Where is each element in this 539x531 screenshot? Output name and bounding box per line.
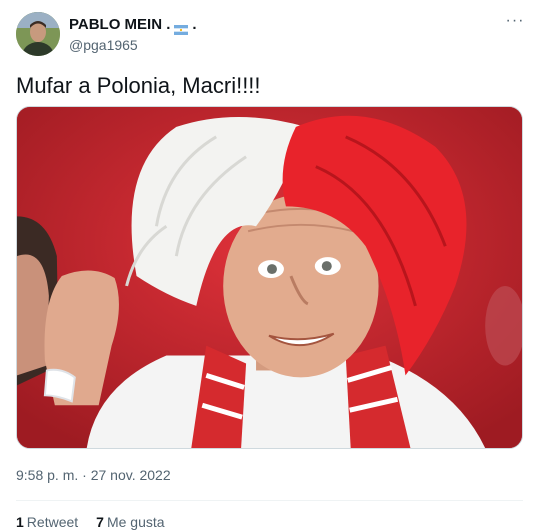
likes-label: Me gusta <box>106 514 165 530</box>
likes-stat[interactable]: 7 Me gusta <box>96 513 164 531</box>
argentina-flag-icon <box>174 21 189 35</box>
tweet: PABLO MEIN . . @pga1965 ··· Mufar a Polo… <box>0 0 539 530</box>
retweets-label: Retweet <box>26 514 79 530</box>
tweet-timestamp[interactable]: 9:58 p. m. · 27 nov. 2022 <box>16 466 171 484</box>
author-handle[interactable]: @pga1965 <box>69 36 197 54</box>
avatar[interactable] <box>16 12 60 56</box>
more-horizontal-icon[interactable]: ··· <box>504 13 526 34</box>
author-display-name[interactable]: PABLO MEIN . . <box>69 15 197 35</box>
likes-count: 7 <box>96 514 104 530</box>
tweet-stats: 1 Retweet 7 Me gusta <box>16 513 165 531</box>
retweets-count: 1 <box>16 514 24 530</box>
retweets-stat[interactable]: 1 Retweet <box>16 513 78 531</box>
tweet-text: Mufar a Polonia, Macri!!!! <box>16 73 261 98</box>
tweet-media-image[interactable] <box>16 106 523 449</box>
tweet-header: PABLO MEIN . . @pga1965 ··· <box>16 12 526 58</box>
divider <box>16 500 523 501</box>
author-name-suffix: . <box>192 16 197 33</box>
author-names: PABLO MEIN . . @pga1965 <box>69 15 197 54</box>
author-name-text: PABLO MEIN . <box>69 16 171 33</box>
